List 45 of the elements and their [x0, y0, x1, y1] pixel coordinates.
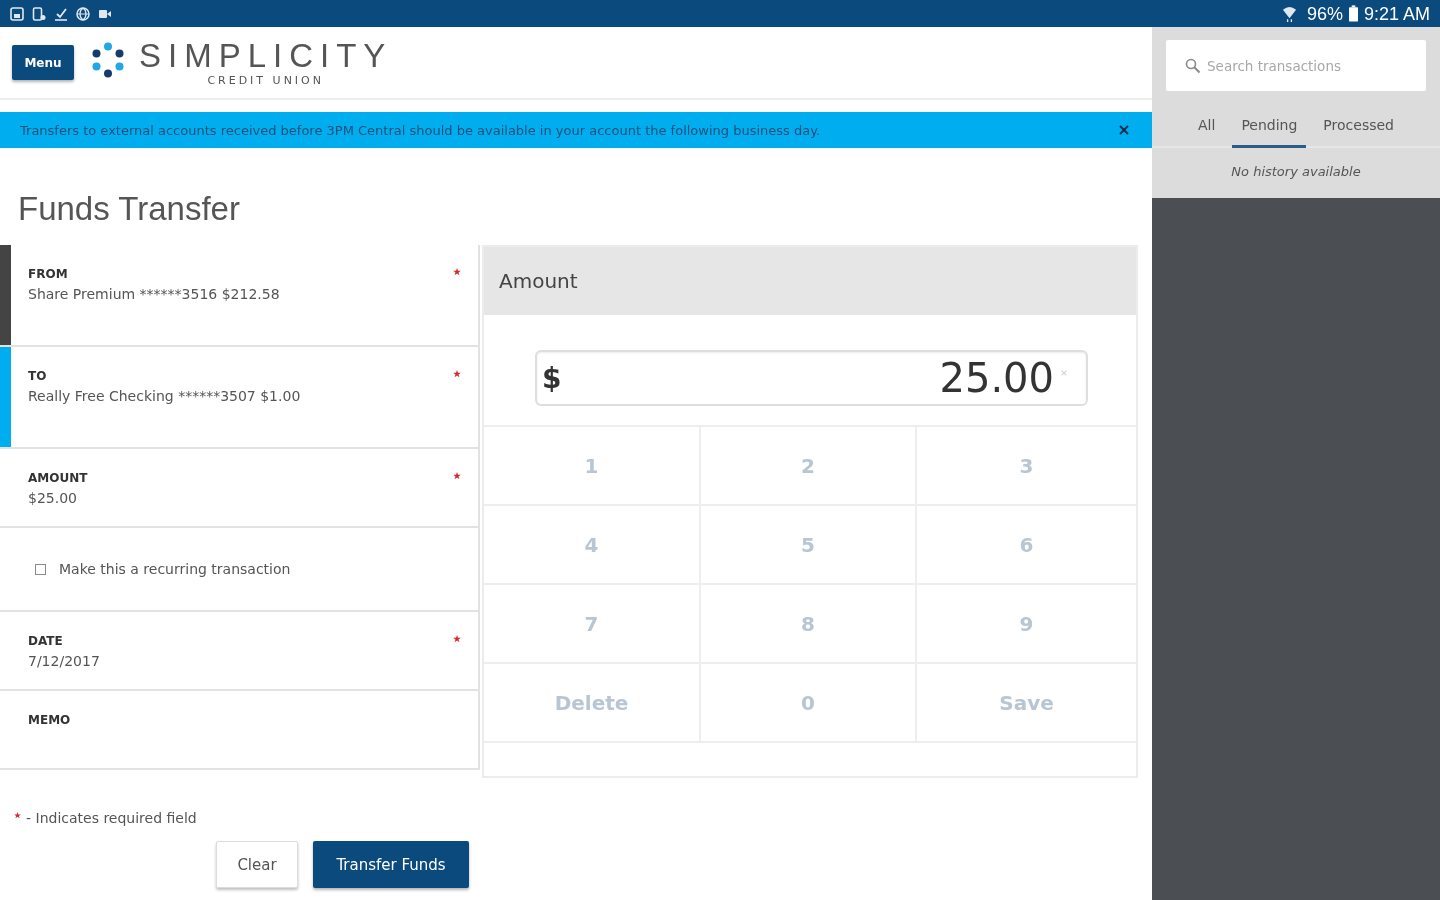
form-field[interactable]: MEMO — [0, 691, 480, 770]
history-tab[interactable]: All — [1189, 104, 1225, 148]
banner-message: Transfers to external accounts received before 3PM Central should be available in your account the following business day. — [20, 122, 821, 138]
form-field[interactable]: FROM Share Premium ******3516 $212.58 — [0, 245, 480, 347]
search-icon — [1185, 58, 1201, 74]
required-note: - Indicates required field — [26, 810, 197, 826]
currency-symbol: $ — [542, 361, 562, 395]
history-tab[interactable]: Pending — [1232, 104, 1307, 148]
transfer-button[interactable]: Transfer Funds — [313, 841, 469, 888]
search-field[interactable]: Search transactions — [1166, 40, 1426, 91]
form-field[interactable]: DATE 7/12/2017 — [0, 612, 480, 691]
empty-message: No history available — [1231, 164, 1361, 179]
field-value: $25.00 — [28, 489, 77, 507]
form-field[interactable]: TO Really Free Checking ******3507 $1.00 — [0, 347, 480, 449]
page-title: Funds Transfer — [18, 190, 240, 228]
phone-icon — [32, 6, 46, 21]
amount-value: 25.00 — [939, 355, 1054, 401]
field-label: FROM — [28, 267, 68, 281]
field-value: 7/12/2017 — [28, 652, 100, 670]
checkbox-label: Make this a recurring transaction — [59, 561, 291, 577]
menu-button[interactable]: Menu — [12, 45, 74, 80]
storage-icon — [10, 6, 24, 21]
clear-button[interactable]: Clear — [216, 841, 298, 888]
wifi-icon — [1281, 5, 1297, 22]
field-value: Really Free Checking ******3507 $1.00 — [28, 387, 301, 405]
field-value: Share Premium ******3516 $212.58 — [28, 285, 280, 303]
check-icon — [54, 6, 68, 21]
logo-dots-icon — [90, 41, 126, 78]
battery-percentage: 96% — [1306, 3, 1343, 24]
battery-icon — [1348, 5, 1358, 22]
field-label: TO — [28, 369, 47, 383]
form-field[interactable]: AMOUNT $25.00 — [0, 449, 480, 528]
field-label: AMOUNT — [28, 471, 88, 485]
clock-time: 9:21 AM — [1363, 3, 1430, 24]
close-icon[interactable] — [1119, 125, 1129, 135]
logo-name: SIMPLICITY — [139, 39, 393, 73]
required-asterisk-icon — [14, 812, 21, 819]
checkbox[interactable] — [35, 563, 46, 575]
history-tab[interactable]: Processed — [1314, 104, 1403, 148]
amount-field[interactable]: $ 25.00 — [535, 350, 1088, 406]
globe-icon — [76, 6, 90, 21]
panel-title: Amount — [499, 269, 578, 293]
field-label: DATE — [28, 634, 63, 648]
logo-tagline: CREDIT UNION — [207, 74, 324, 88]
field-label: MEMO — [28, 713, 71, 727]
